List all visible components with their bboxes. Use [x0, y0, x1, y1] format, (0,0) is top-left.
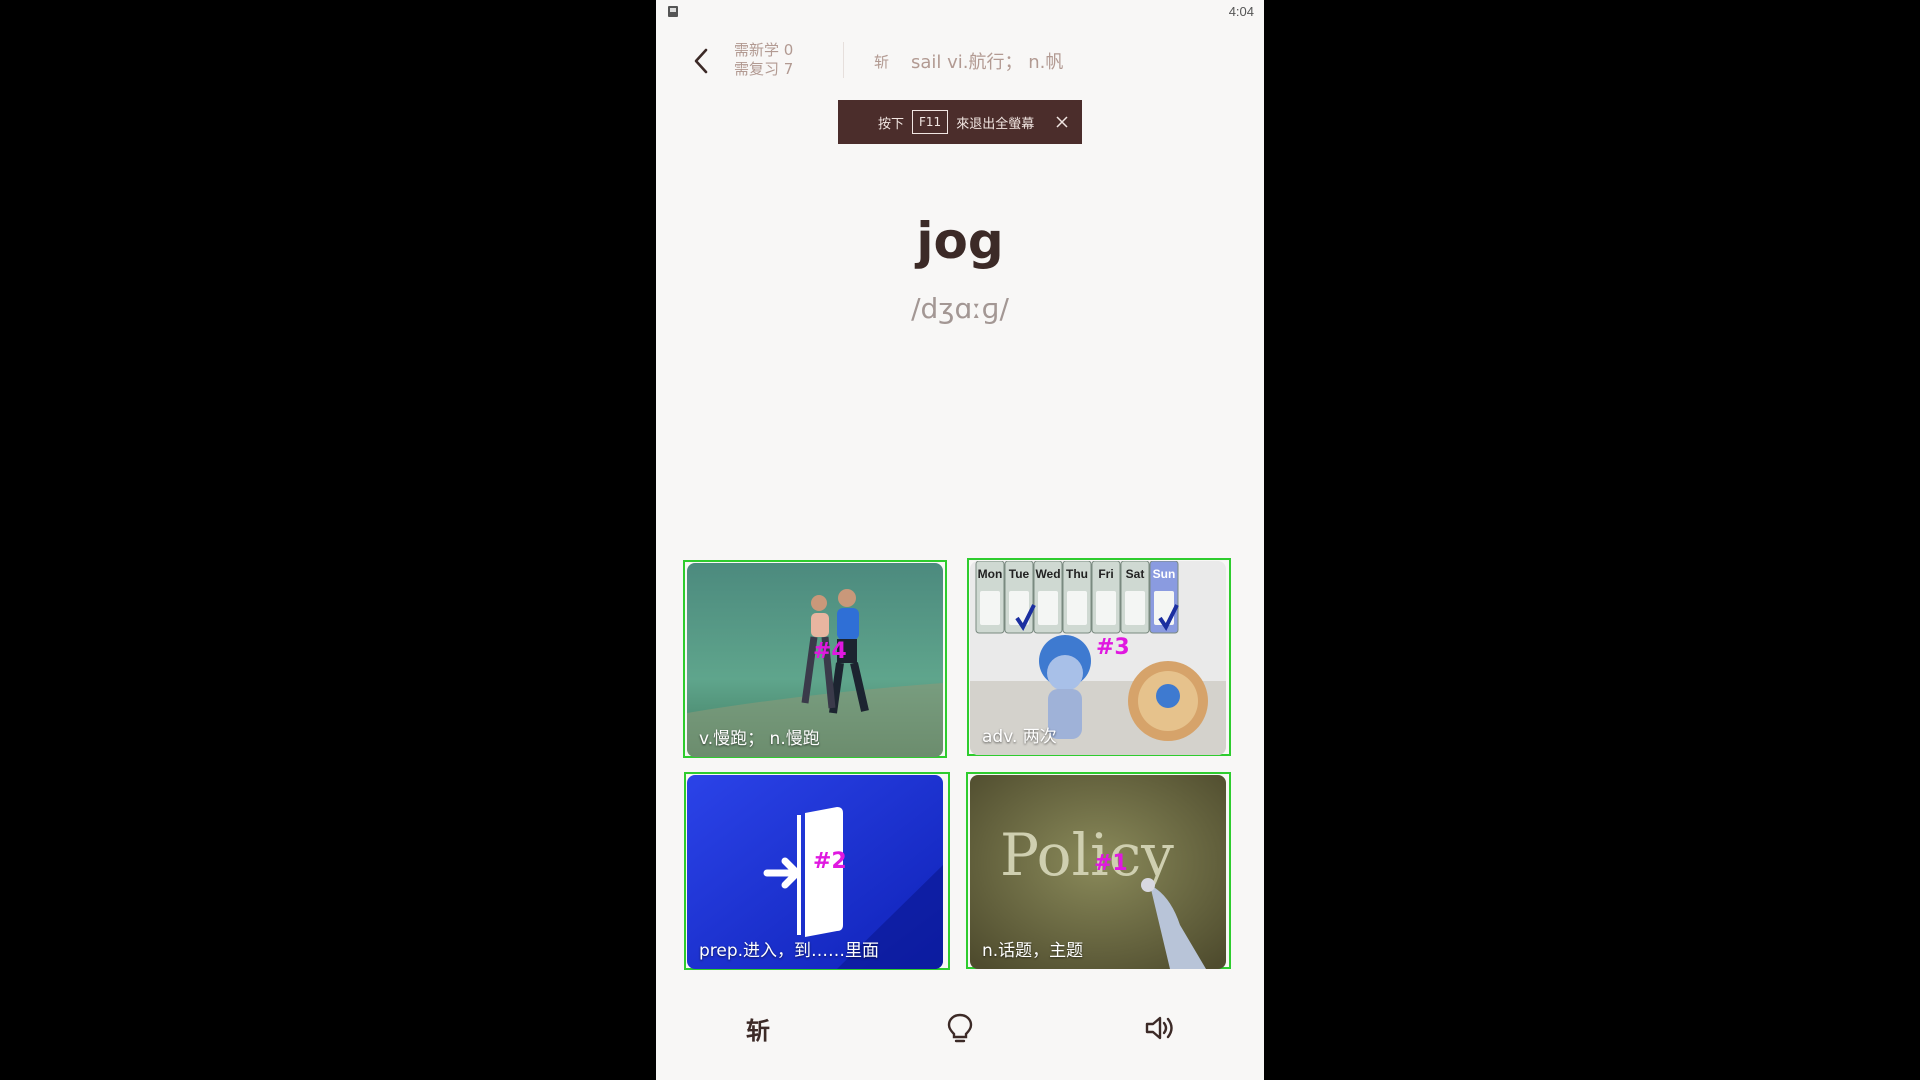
- status-bar: 4:04: [656, 0, 1264, 26]
- bottom-bar: 斩: [656, 1000, 1264, 1050]
- option-label: adv. 两次: [982, 727, 1057, 747]
- header-divider: [843, 42, 844, 78]
- calendar-day-label: Mon: [978, 567, 1003, 581]
- calendar-day-box: [1125, 591, 1145, 625]
- calendar-day-box: [980, 591, 1000, 625]
- calendar-day-box: [1038, 591, 1058, 625]
- calendar-day-label: Wed: [1035, 567, 1060, 581]
- notification-icon: [668, 6, 678, 17]
- calendar-day-box: [1096, 591, 1116, 625]
- calendar-day-label: Fri: [1098, 567, 1113, 581]
- lightbulb-icon: [947, 1013, 973, 1043]
- review-count: 需复习 7: [734, 60, 794, 78]
- previous-word-definition: sail vi.航行； n.帆: [911, 52, 1064, 73]
- calendar-day-box: [1067, 591, 1087, 625]
- option-card-into[interactable]: prep.进入，到……里面 #2: [687, 775, 943, 969]
- speaker-icon: [1145, 1016, 1173, 1040]
- toast-key: F11: [912, 110, 949, 134]
- option-marker: #4: [813, 639, 847, 664]
- option-marker: #3: [1096, 635, 1130, 660]
- toast-prefix: 按下: [878, 116, 905, 132]
- word-phonetic: /dʒɑːɡ/: [911, 292, 1009, 325]
- toast-suffix: 來退出全螢幕: [956, 116, 1035, 132]
- calendar-day-label: Sun: [1153, 567, 1176, 581]
- status-time: 4:04: [1228, 4, 1254, 19]
- calendar-day-label: Tue: [1009, 567, 1030, 581]
- option-label: prep.进入，到……里面: [699, 941, 880, 961]
- close-icon: [1056, 116, 1068, 128]
- calendar-day-label: Thu: [1066, 567, 1088, 581]
- word-title: jog: [916, 212, 1004, 270]
- option-card-twice[interactable]: Mon Tue Wed Thu Fri Sat Sun adv. 两次 #3: [970, 561, 1226, 755]
- audio-button[interactable]: [1140, 1008, 1180, 1048]
- previous-word[interactable]: 斩 sail vi.航行； n.帆: [874, 48, 1063, 74]
- header: 需新学 0 需复习 7 斩 sail vi.航行； n.帆: [656, 38, 1264, 84]
- fullscreen-toast: 按下 F11 來退出全螢幕: [838, 100, 1082, 144]
- option-card-topic[interactable]: Policy n.话题，主题 #1: [970, 775, 1226, 969]
- option-marker: #2: [813, 849, 847, 874]
- new-learn-count: 需新学 0: [734, 41, 794, 59]
- hint-button[interactable]: [940, 1008, 980, 1048]
- option-label: v.慢跑； n.慢跑: [699, 729, 820, 749]
- app-screen: 4:04 需新学 0 需复习 7 斩 sail vi.航行； n.帆 按下 F1…: [656, 0, 1264, 1080]
- back-button[interactable]: [686, 46, 716, 76]
- toast-close-button[interactable]: [1052, 112, 1072, 132]
- option-marker: #1: [1094, 851, 1128, 876]
- chevron-left-icon: [694, 48, 708, 74]
- study-counters: 需新学 0 需复习 7: [734, 41, 793, 79]
- zhan-button[interactable]: 斩: [738, 1008, 778, 1048]
- calendar-day-label: Sat: [1126, 567, 1145, 581]
- option-card-jog[interactable]: v.慢跑； n.慢跑 #4: [687, 563, 943, 757]
- option-label: n.话题，主题: [982, 941, 1084, 961]
- previous-word-icon: 斩: [874, 52, 890, 71]
- zhan-label: 斩: [746, 1016, 770, 1045]
